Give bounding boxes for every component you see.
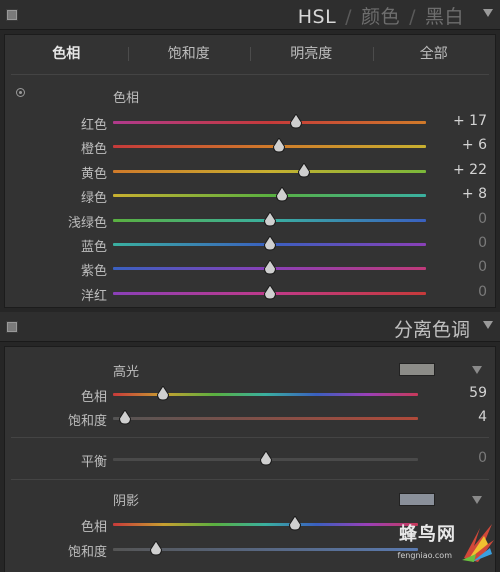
tab-hsl[interactable]: HSL <box>298 6 336 28</box>
slider-track[interactable] <box>113 169 426 173</box>
slider-value[interactable]: + 8 <box>462 186 487 202</box>
slider-thumb[interactable] <box>290 114 303 129</box>
slider-label: 蓝色 <box>80 240 107 255</box>
watermark-url: fengniao.com <box>397 551 452 560</box>
slider-value[interactable]: 0 <box>478 235 487 251</box>
slider-track[interactable] <box>113 121 426 124</box>
slider-track[interactable] <box>113 145 426 149</box>
slider-label: 黄色 <box>80 166 107 182</box>
divider <box>11 74 489 75</box>
slider-thumb[interactable] <box>259 451 272 466</box>
slider-value[interactable]: 0 <box>478 284 487 300</box>
slider-thumb[interactable] <box>149 541 162 556</box>
panel-toggle-switch[interactable] <box>6 321 18 333</box>
hsl-panel-header[interactable]: HSL / 颜色 / 黑白 <box>0 0 500 30</box>
hue-slider-row[interactable]: 蓝色 0 <box>5 232 495 256</box>
slider-value[interactable]: 59 <box>469 385 487 401</box>
slider-label: 橙色 <box>80 142 107 158</box>
slider-label: 色相 <box>80 520 107 535</box>
hue-slider-row[interactable]: 浅绿色 0 <box>5 208 495 232</box>
slider-label: 绿色 <box>80 191 107 207</box>
tab-separator: / <box>345 6 353 28</box>
highlights-saturation-row[interactable]: 饱和度 4 <box>5 406 495 430</box>
slider-label: 红色 <box>80 118 107 133</box>
hsl-subtabs: 色相 饱和度 明亮度 全部 <box>5 35 495 73</box>
hsl-panel-body: 色相 饱和度 明亮度 全部 色相 红色 + 17 橙色 + 6 黄色 + 22 绿色 + 8 浅… <box>4 34 496 308</box>
subtab-luminance[interactable]: 明亮度 <box>250 35 373 73</box>
slider-value[interactable]: + 22 <box>453 162 487 178</box>
slider-thumb[interactable] <box>272 138 285 153</box>
divider <box>11 437 489 438</box>
slider-label: 浅绿色 <box>67 215 107 231</box>
shadows-picker-arrow-icon[interactable] <box>472 496 482 504</box>
slider-value[interactable]: 0 <box>478 259 487 275</box>
shadows-label: 阴影 <box>113 494 140 509</box>
target-adjustment-icon[interactable] <box>16 88 25 97</box>
hue-slider-row[interactable]: 红色 + 17 <box>5 110 495 134</box>
slider-value[interactable]: 0 <box>478 211 487 227</box>
slider-thumb[interactable] <box>119 410 132 425</box>
slider-track[interactable] <box>113 417 418 420</box>
hue-slider-row[interactable]: 洋红 0 <box>5 281 495 305</box>
slider-label: 饱和度 <box>67 545 107 560</box>
hue-slider-row[interactable]: 橙色 + 6 <box>5 134 495 158</box>
split-toning-header[interactable]: 分离色调 <box>0 312 500 342</box>
subtab-hue[interactable]: 色相 <box>5 35 128 73</box>
slider-thumb[interactable] <box>263 260 276 275</box>
slider-label: 紫色 <box>80 264 107 280</box>
slider-label: 洋红 <box>80 288 107 304</box>
slider-value[interactable]: + 6 <box>462 137 487 153</box>
slider-value[interactable]: 0 <box>478 450 487 466</box>
collapse-arrow-icon[interactable] <box>483 321 493 329</box>
slider-label: 色相 <box>80 390 107 405</box>
slider-thumb[interactable] <box>289 516 302 531</box>
hue-slider-row[interactable]: 紫色 0 <box>5 256 495 280</box>
slider-label: 饱和度 <box>67 414 107 429</box>
tab-black-white[interactable]: 黑白 <box>425 6 464 28</box>
divider <box>11 479 489 480</box>
balance-row[interactable]: 平衡 0 <box>5 447 495 471</box>
panel-toggle-switch[interactable] <box>6 9 18 21</box>
group-label-hue: 色相 <box>113 91 140 106</box>
highlights-picker-arrow-icon[interactable] <box>472 366 482 374</box>
slider-value[interactable]: 4 <box>478 409 487 425</box>
slider-thumb[interactable] <box>263 236 276 251</box>
tab-color[interactable]: 颜色 <box>361 6 400 28</box>
slider-thumb[interactable] <box>263 284 276 300</box>
hue-slider-row[interactable]: 黄色 + 22 <box>5 159 495 183</box>
shadows-color-swatch[interactable] <box>399 493 435 506</box>
site-watermark-logo: 蜂鸟网 fengniao.com <box>392 518 496 566</box>
slider-thumb[interactable] <box>276 187 289 202</box>
highlights-color-swatch[interactable] <box>399 363 435 376</box>
highlights-hue-row[interactable]: 色相 59 <box>5 382 495 406</box>
hue-slider-row[interactable]: 绿色 + 8 <box>5 183 495 207</box>
slider-track[interactable] <box>113 194 426 198</box>
watermark-brand: 蜂鸟网 <box>399 524 456 545</box>
highlights-label: 高光 <box>113 365 140 380</box>
subtab-all[interactable]: 全部 <box>372 35 496 73</box>
slider-thumb[interactable] <box>297 162 310 178</box>
slider-thumb[interactable] <box>156 386 169 401</box>
panel-title: 分离色调 <box>393 319 470 341</box>
slider-thumb[interactable] <box>263 211 276 227</box>
slider-value[interactable]: + 17 <box>453 113 487 129</box>
slider-label: 平衡 <box>80 455 107 470</box>
subtab-saturation[interactable]: 饱和度 <box>127 35 251 73</box>
hsl-header-tabs: HSL / 颜色 / 黑白 <box>298 2 464 29</box>
collapse-arrow-icon[interactable] <box>483 9 493 17</box>
slider-track[interactable] <box>113 523 418 526</box>
tab-separator: / <box>409 6 416 28</box>
